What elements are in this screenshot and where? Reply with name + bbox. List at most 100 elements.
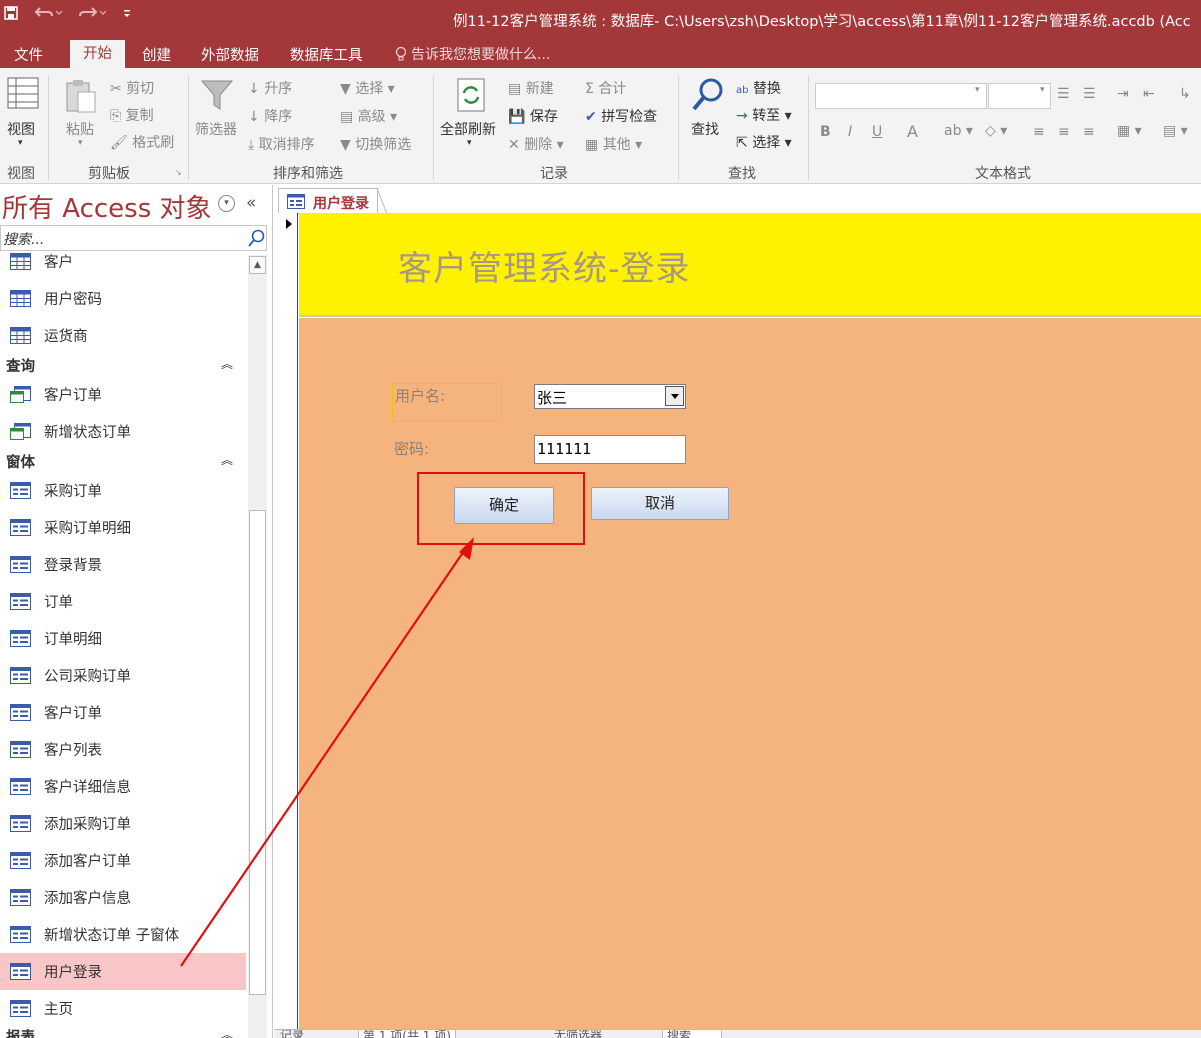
- bold-button[interactable]: B: [820, 124, 831, 140]
- indent-icon[interactable]: ⇥: [1117, 86, 1129, 102]
- nav-item-form[interactable]: 客户详细信息: [0, 768, 246, 805]
- nav-item-form[interactable]: 采购订单明细: [0, 509, 246, 546]
- alternate-row-icon[interactable]: ▤ ▾: [1163, 123, 1188, 139]
- fill-color-icon[interactable]: ◇ ▾: [985, 123, 1007, 139]
- outdent-icon[interactable]: ⇤: [1143, 86, 1155, 102]
- paste-button[interactable]: 粘贴: [66, 119, 94, 139]
- nav-item-form[interactable]: 采购订单: [0, 472, 246, 509]
- remove-sort-button[interactable]: ⤓ 取消排序: [248, 134, 315, 154]
- align-right-icon[interactable]: ≡: [1083, 124, 1095, 140]
- cut-button[interactable]: ✂ 剪切: [110, 78, 154, 98]
- redo-icon[interactable]: [78, 4, 107, 24]
- nav-item-form[interactable]: 公司采购订单: [0, 657, 246, 694]
- doc-tab-user-login[interactable]: 用户登录: [278, 188, 378, 214]
- save-icon[interactable]: [4, 5, 18, 24]
- nav-scrollbar[interactable]: ▲: [248, 255, 267, 1038]
- refresh-dropdown-icon[interactable]: ▾: [467, 138, 472, 148]
- combobox-dropdown-icon[interactable]: [665, 386, 684, 406]
- collapse-chevron-icon[interactable]: ︽: [221, 355, 233, 372]
- nav-item-table[interactable]: 用户密码: [0, 280, 246, 317]
- nav-item-form[interactable]: 客户列表: [0, 731, 246, 768]
- tab-create[interactable]: 创建: [142, 44, 171, 68]
- goto-button[interactable]: → 转至 ▾: [736, 105, 792, 125]
- collapse-pane-icon[interactable]: «: [246, 193, 256, 213]
- ascending-button[interactable]: ↓ 升序: [248, 78, 292, 98]
- numbering-icon[interactable]: ☰: [1083, 86, 1096, 102]
- undo-icon[interactable]: [34, 4, 63, 24]
- italic-button[interactable]: I: [848, 124, 852, 140]
- font-color-button[interactable]: A: [907, 122, 918, 141]
- view-button[interactable]: 视图: [7, 119, 35, 139]
- username-combobox[interactable]: 张三: [534, 384, 686, 409]
- align-center-icon[interactable]: ≡: [1058, 124, 1070, 140]
- record-selector[interactable]: [278, 213, 298, 1029]
- scroll-up-arrow-icon[interactable]: ▲: [249, 256, 266, 274]
- tab-external-data[interactable]: 外部数据: [201, 44, 259, 68]
- tab-file[interactable]: 文件: [14, 44, 43, 68]
- customize-icon[interactable]: [122, 5, 132, 24]
- align-left-icon[interactable]: ≡: [1033, 124, 1045, 140]
- nav-item-table[interactable]: 运货商: [0, 317, 246, 354]
- nav-item-table[interactable]: 客户: [0, 243, 246, 280]
- nav-group-forms[interactable]: 窗体 ︽: [0, 451, 246, 473]
- nav-pane-title[interactable]: 所有 Access 对象: [2, 188, 212, 225]
- toggle-filter-button[interactable]: ▼ 切换筛选: [340, 134, 411, 154]
- collapse-chevron-icon[interactable]: ︽: [221, 451, 233, 468]
- selection-filter-button[interactable]: ▼ 选择 ▾: [340, 78, 395, 98]
- advanced-filter-button[interactable]: ▤ 高级 ▾: [340, 106, 397, 126]
- font-name-dropdown-icon[interactable]: ▾: [975, 85, 980, 95]
- highlight-icon[interactable]: ab ▾: [944, 123, 973, 139]
- nav-menu-icon[interactable]: ▾: [218, 195, 235, 212]
- view-dropdown-icon[interactable]: ▾: [18, 138, 23, 148]
- nav-item-form[interactable]: 添加采购订单: [0, 805, 246, 842]
- nav-group-queries[interactable]: 查询 ︽: [0, 355, 246, 377]
- nav-item-query[interactable]: 客户订单: [0, 376, 246, 413]
- tell-me-box[interactable]: 告诉我您想要做什么...: [395, 44, 550, 64]
- cancel-button[interactable]: 取消: [591, 487, 729, 520]
- record-position-input[interactable]: 第 1 项(共 1 项): [358, 1030, 456, 1038]
- totals-button[interactable]: Σ 合计: [585, 78, 626, 98]
- nav-item-form[interactable]: 客户订单: [0, 694, 246, 731]
- replace-button[interactable]: ab 替换: [736, 78, 781, 98]
- save-record-button[interactable]: 💾 保存: [508, 106, 558, 126]
- descending-button[interactable]: ↓ 降序: [248, 106, 292, 126]
- gridlines-icon[interactable]: ▦ ▾: [1117, 123, 1142, 139]
- lightbulb-icon: [395, 46, 407, 61]
- bullets-icon[interactable]: ☰: [1057, 86, 1070, 102]
- find-button[interactable]: 查找: [691, 119, 719, 139]
- no-filter-button[interactable]: 无筛选器: [554, 1030, 602, 1038]
- font-name-select[interactable]: [815, 83, 987, 109]
- nav-item-form[interactable]: 添加客户信息: [0, 879, 246, 916]
- collapse-chevron-icon[interactable]: ︽: [221, 1026, 233, 1038]
- tab-database-tools[interactable]: 数据库工具: [290, 44, 363, 68]
- nav-item-form[interactable]: 新增状态订单 子窗体: [0, 916, 246, 953]
- clipboard-launcher-icon[interactable]: ↘: [175, 168, 182, 177]
- refresh-all-button[interactable]: 全部刷新: [440, 119, 496, 139]
- spelling-button[interactable]: ✔ 拼写检查: [585, 106, 657, 126]
- delete-record-button[interactable]: ✕ 删除 ▾: [508, 134, 564, 154]
- scroll-thumb[interactable]: [249, 510, 266, 995]
- nav-group-reports[interactable]: 报表 ︽: [0, 1026, 246, 1038]
- more-button[interactable]: ▦ 其他 ▾: [585, 134, 642, 154]
- record-search-input[interactable]: 搜索: [662, 1030, 723, 1038]
- format-painter-button[interactable]: 🖌 格式刷: [110, 132, 174, 152]
- font-size-dropdown-icon[interactable]: ▾: [1040, 85, 1045, 95]
- copy-button[interactable]: ⎘ 复制: [110, 105, 154, 125]
- filter-button[interactable]: 筛选器: [195, 119, 237, 139]
- nav-item-form[interactable]: 主页: [0, 990, 246, 1027]
- nav-item-form[interactable]: 添加客户订单: [0, 842, 246, 879]
- password-input[interactable]: 111111: [534, 435, 686, 464]
- nav-item-query[interactable]: 新增状态订单: [0, 413, 246, 450]
- new-record-button[interactable]: ▤ 新建: [508, 78, 554, 98]
- paragraph-icon[interactable]: ↳: [1179, 86, 1191, 102]
- tab-home[interactable]: 开始: [70, 40, 125, 68]
- underline-button[interactable]: U: [872, 124, 882, 140]
- paste-dropdown-icon[interactable]: ▾: [78, 138, 83, 148]
- nav-item-form[interactable]: 用户登录: [0, 953, 246, 990]
- nav-item-form[interactable]: 登录背景: [0, 546, 246, 583]
- nav-item-form[interactable]: 订单明细: [0, 620, 246, 657]
- nav-item-form[interactable]: 订单: [0, 583, 246, 620]
- selection-filter-icon: ▼: [340, 81, 351, 97]
- search-icon[interactable]: [248, 229, 265, 247]
- select-button[interactable]: ⇱ 选择 ▾: [736, 132, 792, 152]
